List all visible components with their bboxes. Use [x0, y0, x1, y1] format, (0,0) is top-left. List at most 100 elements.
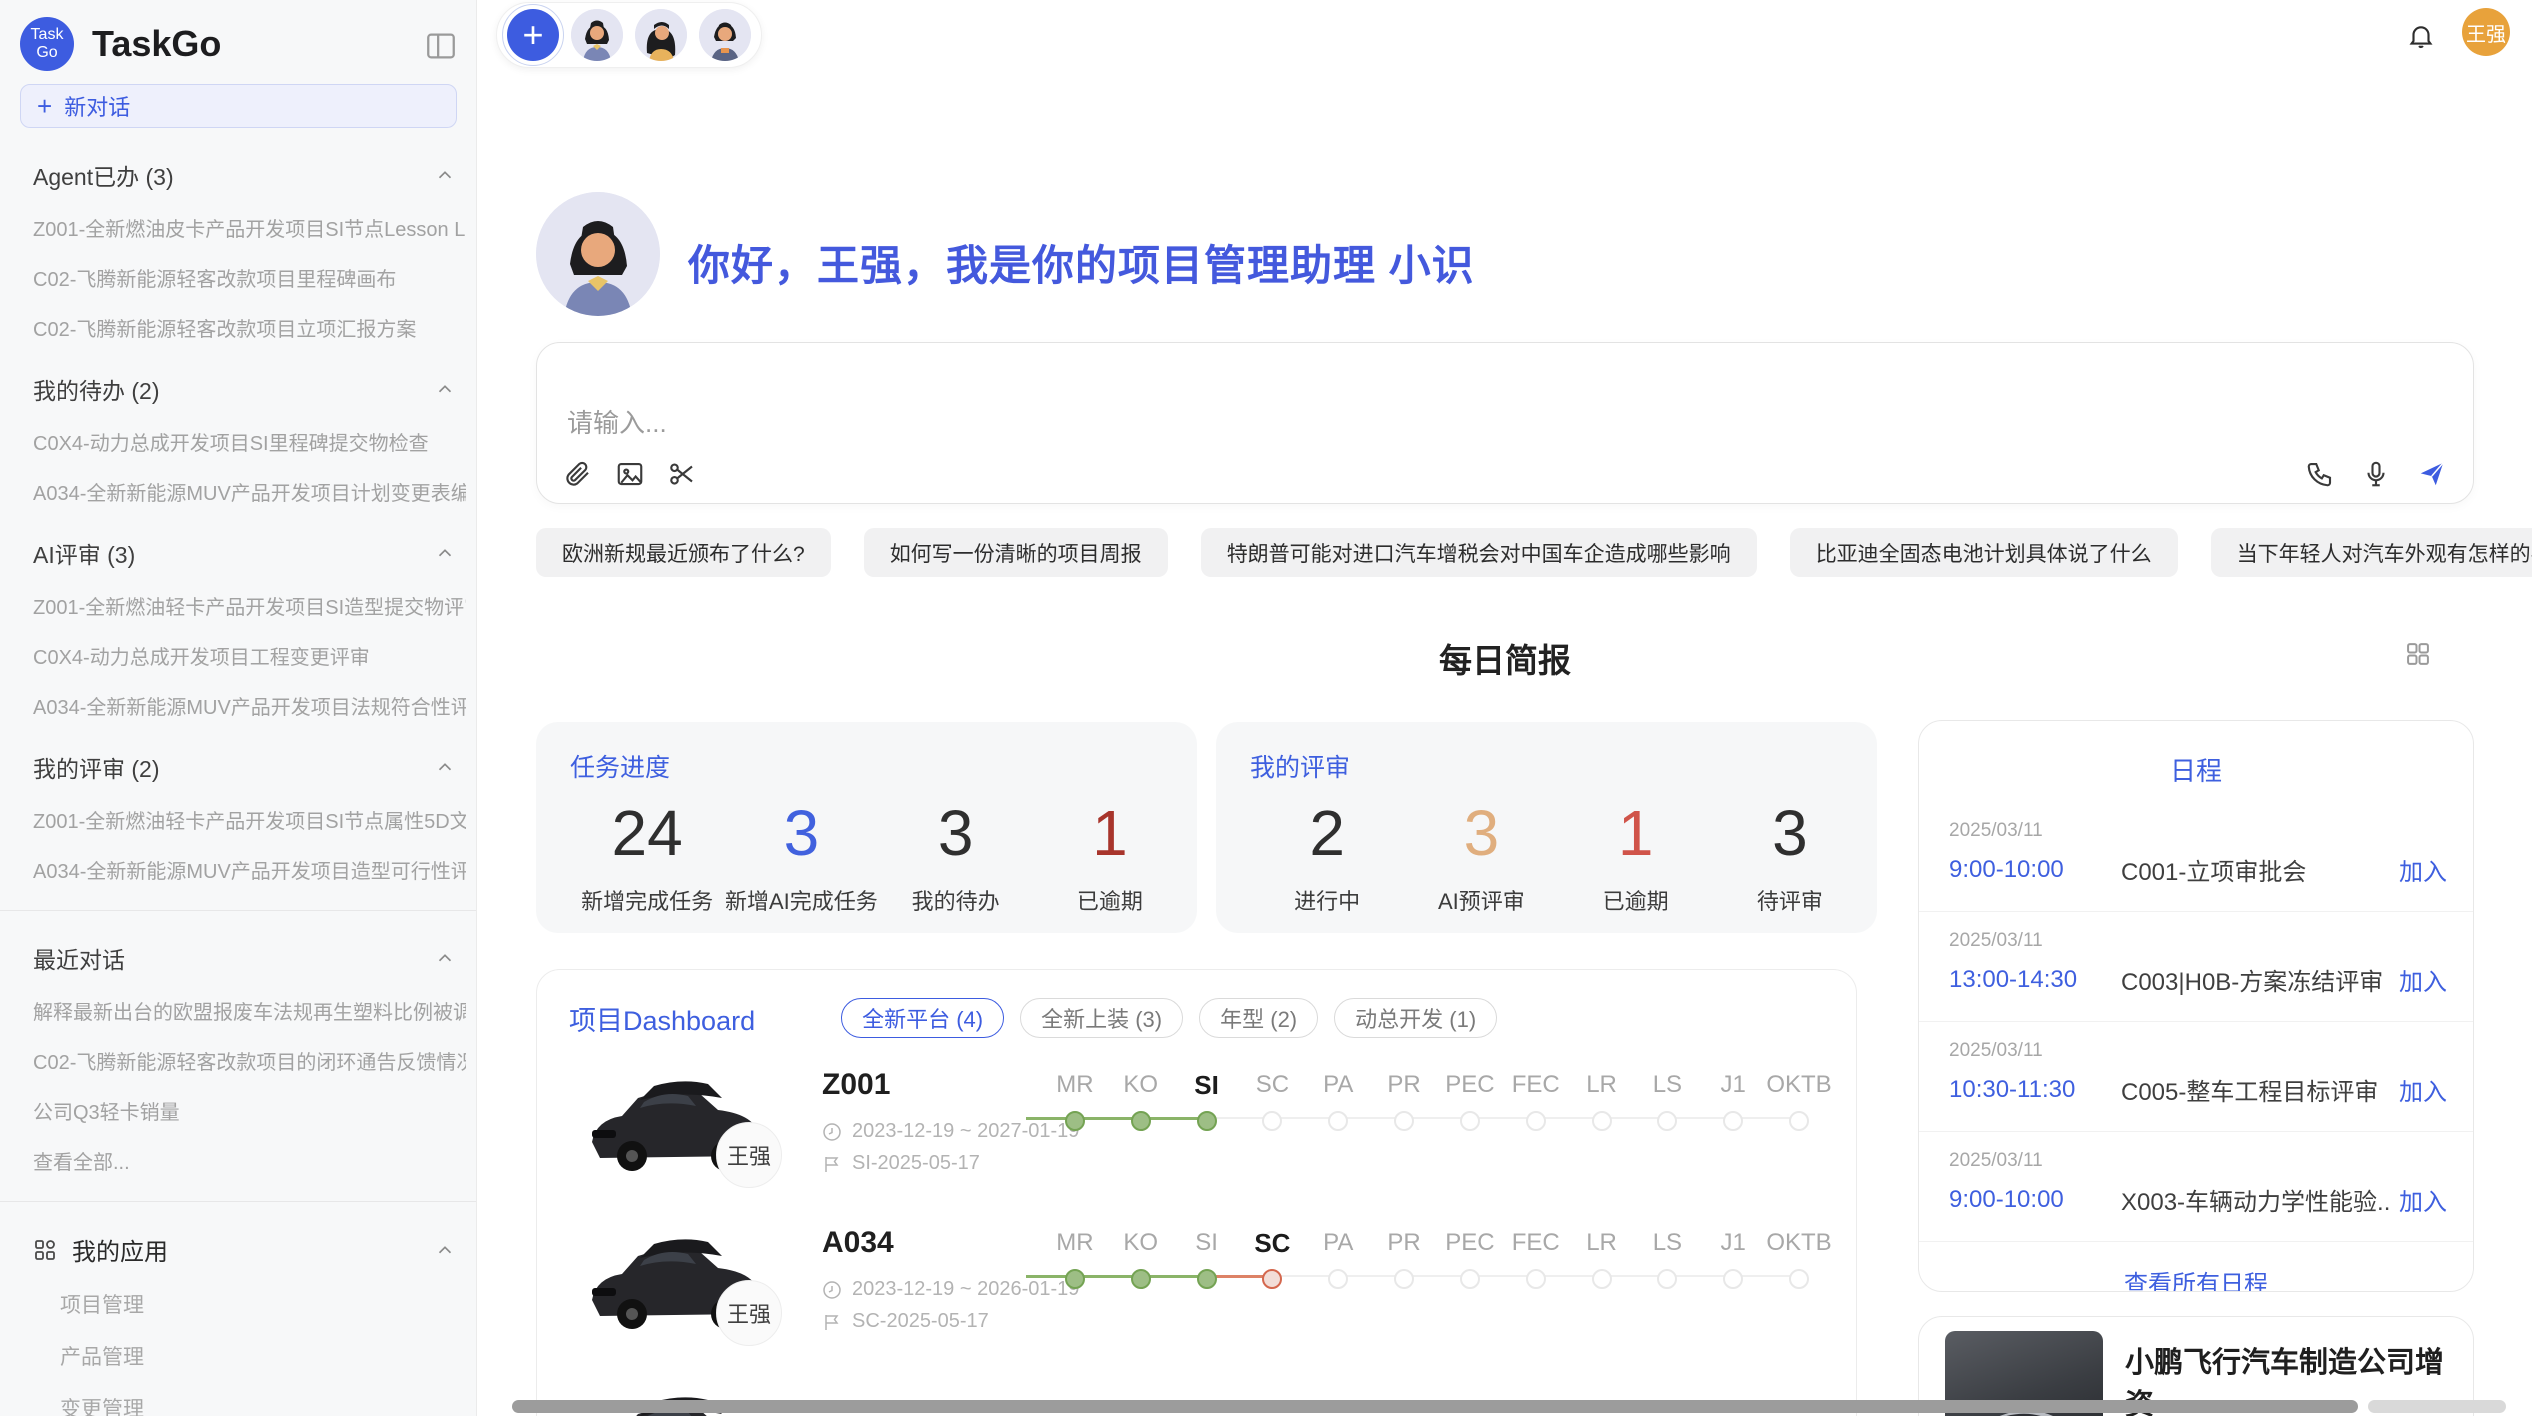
stat-label: 新增完成任务 [570, 884, 724, 916]
suggestion-chip[interactable]: 当下年轻人对汽车外观有怎样的喜好趋势 [2211, 528, 2532, 577]
chat-input[interactable] [565, 401, 1965, 445]
paperclip-icon[interactable] [563, 459, 593, 489]
sidebar-item[interactable]: 公司Q3轻卡销量 [33, 1096, 466, 1125]
sidebar-section-header[interactable]: 我的待办 (2) [33, 372, 456, 406]
stat-cell: 1已逾期 [1559, 796, 1713, 916]
dashboard-header: 项目Dashboard 全新平台 (4) 全新上装 (3) 年型 (2) 动总开发 (… [537, 970, 1856, 1038]
dashboard-title: 项目Dashboard [569, 999, 755, 1038]
sidebar-item[interactable]: C02-飞腾新能源轻客改款项目立项汇报方案 [33, 313, 466, 342]
sidebar-item[interactable]: C02-飞腾新能源轻客改款项目的闭环通告反馈情况 [33, 1046, 466, 1075]
scrollbar-thumb[interactable] [512, 1400, 2358, 1413]
sidebar-item[interactable]: A034-全新新能源MUV产品开发项目法规符合性评审 [33, 691, 466, 720]
project-row[interactable]: 王强A0342023-12-19 ~ 2026-01-19SC-2025-05-… [537, 1196, 1856, 1354]
milestone: SC [1239, 1068, 1305, 1134]
stat-cell: 3我的待办 [879, 796, 1033, 916]
milestone-node-wrap [1503, 1266, 1569, 1292]
sidebar-section-header[interactable]: 最近对话 [33, 941, 456, 975]
join-link[interactable]: 加入 [2399, 1182, 2447, 1217]
view-all-schedule-link[interactable]: 查看所有日程 [1919, 1264, 2473, 1292]
milestone: FEC [1503, 1226, 1569, 1292]
sidebar-header: TaskGo TaskGo [20, 16, 458, 72]
add-assistant-button[interactable]: + [507, 9, 559, 61]
schedule-item-title: X003-车辆动力学性能验... [2121, 1182, 2389, 1217]
suggestion-chip[interactable]: 如何写一份清晰的项目周报 [864, 528, 1168, 577]
schedule-date: 2025/03/11 [1949, 930, 2447, 952]
milestone-label: SC [1239, 1226, 1305, 1260]
app-item[interactable]: 产品管理 [60, 1341, 466, 1371]
dashboard-tab[interactable]: 动总开发 (1) [1334, 998, 1497, 1038]
chevron-up-icon [434, 542, 456, 564]
sidebar-item[interactable]: C0X4-动力总成开发项目工程变更评审 [33, 641, 466, 670]
milestone-node [1262, 1111, 1282, 1131]
user-avatar[interactable]: 王强 [2462, 8, 2510, 56]
sidebar-item[interactable]: C0X4-动力总成开发项目SI里程碑提交物检查 [33, 427, 466, 456]
dashboard-tab[interactable]: 全新平台 (4) [841, 998, 1004, 1038]
sidebar-item[interactable]: C02-飞腾新能源轻客改款项目里程碑画布 [33, 263, 466, 292]
sidebar-item[interactable]: Z001-全新燃油轻卡产品开发项目SI造型提交物评审 [33, 591, 466, 620]
schedule-item-main: 10:30-11:30C005-整车工程目标评审加入 [1949, 1072, 2447, 1107]
scrollbar-track [2368, 1400, 2506, 1413]
suggestion-chip[interactable]: 比亚迪全固态电池计划具体说了什么 [1790, 528, 2178, 577]
collapse-sidebar-icon[interactable] [424, 29, 458, 59]
milestone-node-wrap [1634, 1108, 1700, 1134]
milestone: KO [1108, 1226, 1174, 1292]
section-title: 我的评审 (2) [33, 750, 434, 784]
app-item[interactable]: 项目管理 [60, 1289, 466, 1319]
sidebar-item[interactable]: Z001-全新燃油皮卡产品开发项目SI节点Lesson Learn报告 [33, 213, 466, 242]
send-icon[interactable] [2417, 459, 2447, 489]
layout-grid-icon[interactable] [2404, 640, 2432, 668]
sidebar-section-header[interactable]: AI评审 (3) [33, 536, 456, 570]
milestone-label: PR [1371, 1226, 1437, 1260]
schedule-date: 2025/03/11 [1949, 1040, 2447, 1062]
stat-label: 新增AI完成任务 [724, 884, 878, 916]
dashboard-tab[interactable]: 年型 (2) [1199, 998, 1318, 1038]
suggestion-chip[interactable]: 特朗普可能对进口汽车增税会对中国车企造成哪些影响 [1201, 528, 1757, 577]
assistant-avatar-1[interactable] [571, 9, 623, 61]
app-items: 项目管理产品管理变更管理查看全部... [0, 1289, 476, 1416]
stat-value: 24 [570, 796, 724, 870]
sidebar-item-my-apps[interactable]: 我的应用 [33, 1232, 456, 1267]
sidebar-item[interactable]: A034-全新新能源MUV产品开发项目造型可行性评审 [33, 855, 466, 884]
project-row[interactable]: 王强Z0012023-12-19 ~ 2027-01-19SI-2025-05-… [537, 1038, 1856, 1196]
join-link[interactable]: 加入 [2399, 962, 2447, 997]
app-item[interactable]: 变更管理 [60, 1393, 466, 1416]
microphone-icon[interactable] [2361, 459, 2391, 489]
input-actions [2305, 459, 2447, 489]
chevron-up-icon [434, 378, 456, 400]
milestone: SC [1239, 1226, 1305, 1292]
sidebar-item[interactable]: 解释最新出台的欧盟报废车法规再生塑料比例被调至15%... [33, 996, 466, 1025]
scissors-icon[interactable] [667, 459, 697, 489]
join-link[interactable]: 加入 [2399, 1072, 2447, 1107]
schedule-time: 9:00-10:00 [1949, 1186, 2121, 1214]
milestone: LS [1634, 1068, 1700, 1134]
notifications-bell-icon[interactable] [2406, 21, 2436, 51]
sidebar-section-header[interactable]: Agent已办 (3) [33, 158, 456, 192]
new-chat-button[interactable]: + 新对话 [20, 84, 457, 128]
milestone: SI [1174, 1226, 1240, 1292]
sidebar-section-header[interactable]: 我的评审 (2) [33, 750, 456, 784]
milestone-label: OKTB [1766, 1226, 1832, 1260]
schedule-card: 日程 2025/03/119:00-10:00C001-立项审批会加入2025/… [1918, 720, 2474, 1292]
suggestion-chip[interactable]: 欧洲新规最近颁布了什么? [536, 528, 831, 577]
milestone-label: KO [1108, 1226, 1174, 1260]
phone-icon[interactable] [2305, 459, 2335, 489]
join-link[interactable]: 加入 [2399, 852, 2447, 887]
project-owner-badge: 王强 [716, 1122, 782, 1188]
image-icon[interactable] [615, 459, 645, 489]
milestone-node [1526, 1111, 1546, 1131]
chevron-up-icon [434, 164, 456, 186]
sidebar-item[interactable]: Z001-全新燃油轻卡产品开发项目SI节点属性5D文件评审 [33, 805, 466, 834]
milestone-node [1394, 1111, 1414, 1131]
stat-value: 3 [724, 796, 878, 870]
stat-label: 我的待办 [879, 884, 1033, 916]
milestone-node [1262, 1269, 1282, 1289]
dashboard-tab[interactable]: 全新上装 (3) [1020, 998, 1183, 1038]
sidebar-item[interactable]: A034-全新新能源MUV产品开发项目计划变更表编写 [33, 477, 466, 506]
milestone-node [1131, 1269, 1151, 1289]
milestone: MR [1042, 1068, 1108, 1134]
assistant-avatar-2[interactable] [635, 9, 687, 61]
sidebar-item[interactable]: 查看全部... [33, 1146, 466, 1175]
schedule-list: 2025/03/119:00-10:00C001-立项审批会加入2025/03/… [1919, 802, 2473, 1242]
dashboard-tabs: 全新平台 (4) 全新上装 (3) 年型 (2) 动总开发 (1) [841, 998, 1513, 1038]
assistant-avatar-3[interactable] [699, 9, 751, 61]
